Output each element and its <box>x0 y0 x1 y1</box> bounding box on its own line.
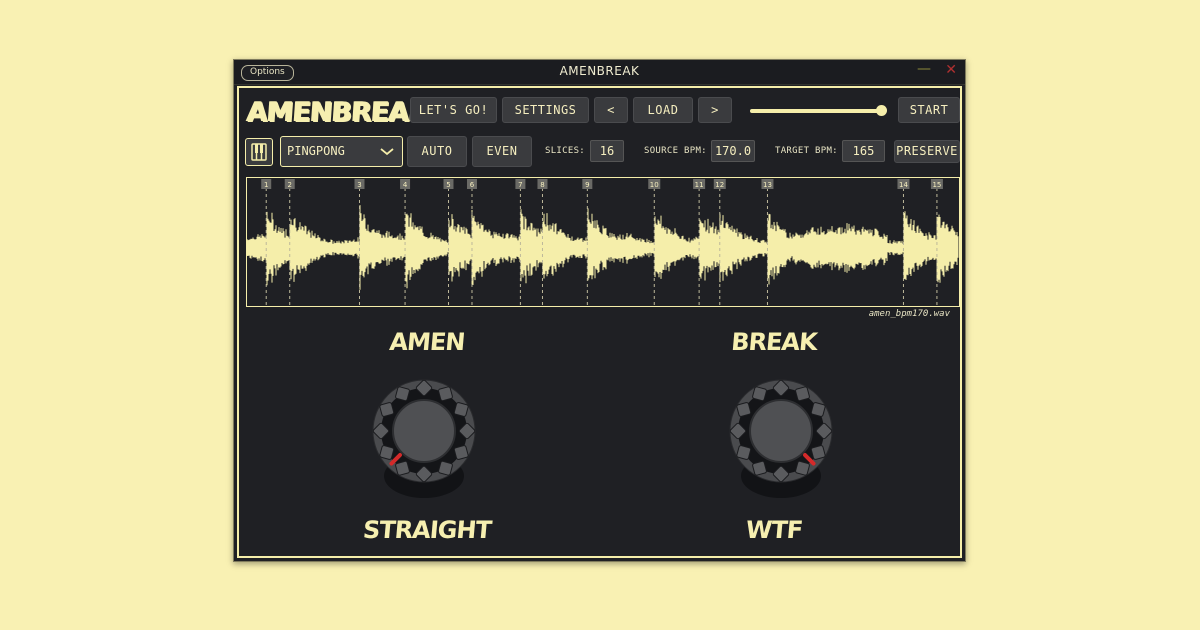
mode-select[interactable]: PINGPONG <box>280 136 403 167</box>
mode-select-value: PINGPONG <box>287 144 345 158</box>
slice-marker-label: 3 <box>357 181 361 189</box>
settings-button[interactable]: SETTINGS <box>502 97 589 123</box>
slice-marker-label: 13 <box>763 181 772 189</box>
slice-marker-label: 2 <box>287 181 291 189</box>
left-knob-top-label: AMEN <box>388 328 466 356</box>
title-bar: Options AMENBREAK — ✕ <box>234 60 965 85</box>
next-button[interactable]: > <box>698 97 732 123</box>
piano-icon <box>251 143 267 161</box>
slices-label: SLICES: <box>545 146 586 156</box>
left-knob-bottom-label: STRAIGHT <box>361 516 493 544</box>
app-window: Options AMENBREAK — ✕ AMENBREAK LET'S GO… <box>233 59 966 562</box>
window-title: AMENBREAK <box>559 64 640 78</box>
main-panel: AMENBREAK LET'S GO! SETTINGS < LOAD > ST… <box>237 86 962 558</box>
waveform-trace <box>246 205 959 290</box>
slice-marker-label: 8 <box>540 181 544 189</box>
load-button[interactable]: LOAD <box>633 97 693 123</box>
knob-graphic <box>372 379 476 498</box>
slice-marker-label: 1 <box>264 181 268 189</box>
waveform-canvas: 1 2 3 4 5 6 7 8 9 10 11 12 13 14 15 <box>246 179 959 306</box>
start-button[interactable]: START <box>898 97 960 123</box>
slice-marker-label: 6 <box>470 181 475 189</box>
source-bpm-field[interactable]: 170.0 <box>711 140 755 162</box>
slice-marker-label: 5 <box>446 181 450 189</box>
slice-marker-label: 9 <box>585 181 589 189</box>
close-icon[interactable]: ✕ <box>945 62 957 78</box>
slice-marker-label: 4 <box>403 181 408 189</box>
knob-graphic <box>729 379 833 498</box>
minimize-icon[interactable]: — <box>917 61 931 77</box>
prev-button[interactable]: < <box>594 97 628 123</box>
volume-slider-track[interactable] <box>750 109 885 113</box>
lets-go-button[interactable]: LET'S GO! <box>410 97 497 123</box>
piano-toggle-button[interactable] <box>245 138 273 166</box>
amen-knob[interactable] <box>369 376 479 506</box>
break-knob[interactable] <box>726 376 836 506</box>
slice-marker-label: 15 <box>932 181 941 189</box>
slice-marker-label: 11 <box>695 181 704 189</box>
right-knob-top-label: BREAK <box>730 328 818 356</box>
app-logo: AMENBREAK <box>245 97 430 128</box>
slices-field[interactable]: 16 <box>590 140 624 162</box>
even-button[interactable]: EVEN <box>472 136 532 167</box>
chevron-down-icon <box>380 137 394 177</box>
source-bpm-label: SOURCE BPM: <box>644 146 707 156</box>
slice-marker-label: 7 <box>518 181 522 189</box>
preserve-button[interactable]: PRESERVE <box>894 140 960 163</box>
volume-slider-thumb[interactable] <box>875 105 887 116</box>
right-knob-bottom-label: WTF <box>744 516 804 544</box>
waveform-display[interactable]: 1 2 3 4 5 6 7 8 9 10 11 12 13 14 15 <box>246 177 960 307</box>
waveform-filename: amen_bpm170.wav <box>868 309 950 319</box>
auto-button[interactable]: AUTO <box>407 136 467 167</box>
slice-marker-label: 12 <box>715 181 724 189</box>
slice-marker-label: 10 <box>650 181 659 189</box>
target-bpm-field[interactable]: 165 <box>842 140 885 162</box>
slice-marker-label: 14 <box>899 181 908 189</box>
target-bpm-label: TARGET BPM: <box>775 146 838 156</box>
